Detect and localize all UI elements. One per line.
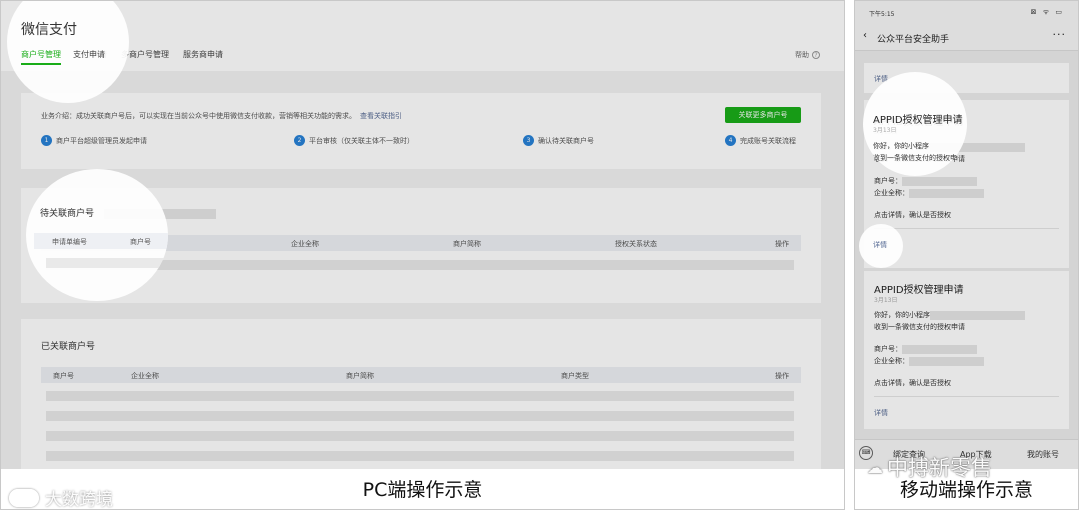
detail-link[interactable]: 详情: [873, 240, 887, 250]
step-number: 2: [294, 135, 305, 146]
highlight-circle-detail: 详情: [859, 224, 903, 268]
help-label: 帮助: [795, 51, 809, 59]
status-bar: 下午5:15 ⊠ ᯤ ▭: [855, 1, 1078, 23]
message-line: 商户号：: [874, 176, 977, 186]
message-card[interactable]: APPID授权管理申请 3月13日 你好，你的小程序 收到一条微信支付的授权申请…: [864, 271, 1069, 429]
masked-value: [902, 176, 977, 186]
table-row: [46, 258, 168, 268]
status-icons: ⊠ ᯤ ▭: [1030, 8, 1064, 16]
tab-merchant-management[interactable]: 商户号管理: [21, 49, 61, 65]
linked-title: 已关联商户号: [41, 342, 96, 352]
message-title: APPID授权管理申请: [873, 115, 963, 126]
divider: [874, 228, 1059, 229]
divider: [874, 396, 1059, 397]
guide-link[interactable]: 查看关联指引: [360, 112, 402, 120]
highlight-circle-brand: 微信支付 商户号管理 支付申请: [7, 1, 129, 103]
message-line: 企业全称：: [874, 356, 984, 366]
step-label: 平台审核（仅关联主体不一致时）: [309, 136, 414, 145]
masked-value: [930, 310, 1025, 320]
help-icon: ?: [812, 51, 820, 59]
masked-value: [902, 344, 977, 354]
status-time: 下午5:15: [869, 11, 895, 18]
step-3: 3 确认待关联商户号: [523, 135, 594, 146]
column-header: 申请单编号: [52, 238, 87, 246]
intro-card: 业务介绍：成功关联商户号后，可以实现在当前公众号中使用微信支付收款，营销等相关功…: [21, 93, 821, 169]
masked-value: [909, 188, 984, 198]
table-row: [46, 411, 794, 421]
chat-nav-bar: ‹ 公众平台安全助手 ···: [855, 23, 1078, 51]
watermark-logo-icon: [9, 488, 39, 507]
mobile-screenshot: 下午5:15 ⊠ ᯤ ▭ ‹ 公众平台安全助手 ··· 详情 APPID授权管理…: [855, 1, 1078, 469]
menu-my-account[interactable]: 我的账号: [1027, 449, 1059, 460]
mobile-panel: 下午5:15 ⊠ ᯤ ▭ ‹ 公众平台安全助手 ··· 详情 APPID授权管理…: [854, 0, 1079, 510]
column-header: 企业全称: [291, 240, 319, 248]
column-header: 商户简称: [453, 240, 481, 248]
table-row: [46, 391, 794, 401]
column-header: 操作: [775, 240, 789, 248]
pc-caption: PC端操作示意: [362, 479, 483, 501]
column-header: 商户号: [53, 372, 74, 380]
step-label: 完成账号关联流程: [740, 136, 796, 145]
message-line: 收到一条微信支付的授权申请: [874, 323, 965, 331]
message-line: 你好，你的小程序: [873, 142, 929, 150]
table-row: [46, 451, 794, 461]
message-date: 3月13日: [873, 127, 897, 134]
step-label: 商户平台超级管理员发起申请: [56, 136, 147, 145]
pending-table-header: 申请单编号 商户号: [34, 233, 168, 249]
step-number: 4: [725, 135, 736, 146]
step-1: 1 商户平台超级管理员发起申请: [41, 135, 147, 146]
step-4: 4 完成账号关联流程: [725, 135, 796, 146]
link-more-merchants-button[interactable]: 关联更多商户号: [725, 107, 801, 123]
message-title: APPID授权管理申请: [874, 285, 964, 296]
column-header: 企业全称: [131, 372, 159, 380]
watermark-text: 中搏新零售: [887, 456, 992, 480]
tab-service-provider[interactable]: 服务商申请: [183, 49, 223, 65]
wechat-icon: ☁: [867, 457, 883, 477]
help-link[interactable]: 帮助 ?: [795, 50, 820, 60]
intro-description: 业务介绍：成功关联商户号后，可以实现在当前公众号中使用微信支付收款，营销等相关功…: [41, 112, 356, 120]
column-header: 操作: [775, 372, 789, 380]
watermark-text: 大数跨境: [45, 490, 113, 510]
detail-link[interactable]: 详情: [874, 408, 888, 418]
intro-text: 业务介绍：成功关联商户号后，可以实现在当前公众号中使用微信支付收款，营销等相关功…: [41, 111, 402, 121]
message-date: 3月13日: [874, 297, 898, 304]
pc-screenshot: 微信支付 商户号管理 支付申请 多商户号管理 服务商申请 帮助 ? 业务介绍：成…: [1, 1, 844, 469]
column-header: 商户号: [130, 238, 151, 246]
linked-table-header: 商户号 企业全称 商户简称 商户类型 操作: [41, 367, 801, 383]
message-line: 点击详情，确认是否授权: [874, 211, 951, 219]
column-header: 授权关系状态: [615, 240, 657, 248]
tab-payment-application[interactable]: 支付申请: [73, 49, 105, 60]
highlight-circle-message: APPID授权管理申请 3月13日 你好，你的小程序 收到一条微信支付的授权申请: [863, 72, 967, 176]
highlight-circle-pending: 待关联商户号 申请单编号 商户号: [26, 169, 168, 301]
message-line: 收到一条微信支付的授权申请: [873, 154, 964, 162]
message-line: 你好，你的小程序: [874, 310, 1025, 320]
message-line: 商户号：: [874, 344, 977, 354]
watermark-left: 大数跨境: [9, 485, 113, 510]
linked-merchants-card: 已关联商户号 商户号 企业全称 商户简称 商户类型 操作: [21, 319, 821, 469]
step-number: 1: [41, 135, 52, 146]
column-header: 商户类型: [561, 372, 589, 380]
more-icon[interactable]: ···: [1053, 28, 1067, 41]
step-label: 确认待关联商户号: [538, 136, 594, 145]
step-2: 2 平台审核（仅关联主体不一致时）: [294, 135, 414, 146]
column-header: 商户简称: [346, 372, 374, 380]
comparison-figure: 微信支付 商户号管理 支付申请 多商户号管理 服务商申请 帮助 ? 业务介绍：成…: [0, 0, 1080, 517]
message-line: 企业全称：: [874, 188, 984, 198]
masked-value: [909, 356, 984, 366]
process-steps: 1 商户平台超级管理员发起申请 2 平台审核（仅关联主体不一致时） 3 确认待关联商户…: [41, 135, 811, 149]
back-icon[interactable]: ‹: [863, 30, 867, 41]
watermark-right: ☁ 中搏新零售: [867, 452, 992, 482]
brand-title: 微信支付: [21, 22, 77, 38]
chat-title: 公众平台安全助手: [877, 35, 950, 45]
message-line: 点击详情，确认是否授权: [874, 379, 951, 387]
step-number: 3: [523, 135, 534, 146]
table-row: [46, 431, 794, 441]
pending-title: 待关联商户号: [40, 209, 95, 219]
pc-panel: 微信支付 商户号管理 支付申请 多商户号管理 服务商申请 帮助 ? 业务介绍：成…: [0, 0, 845, 510]
